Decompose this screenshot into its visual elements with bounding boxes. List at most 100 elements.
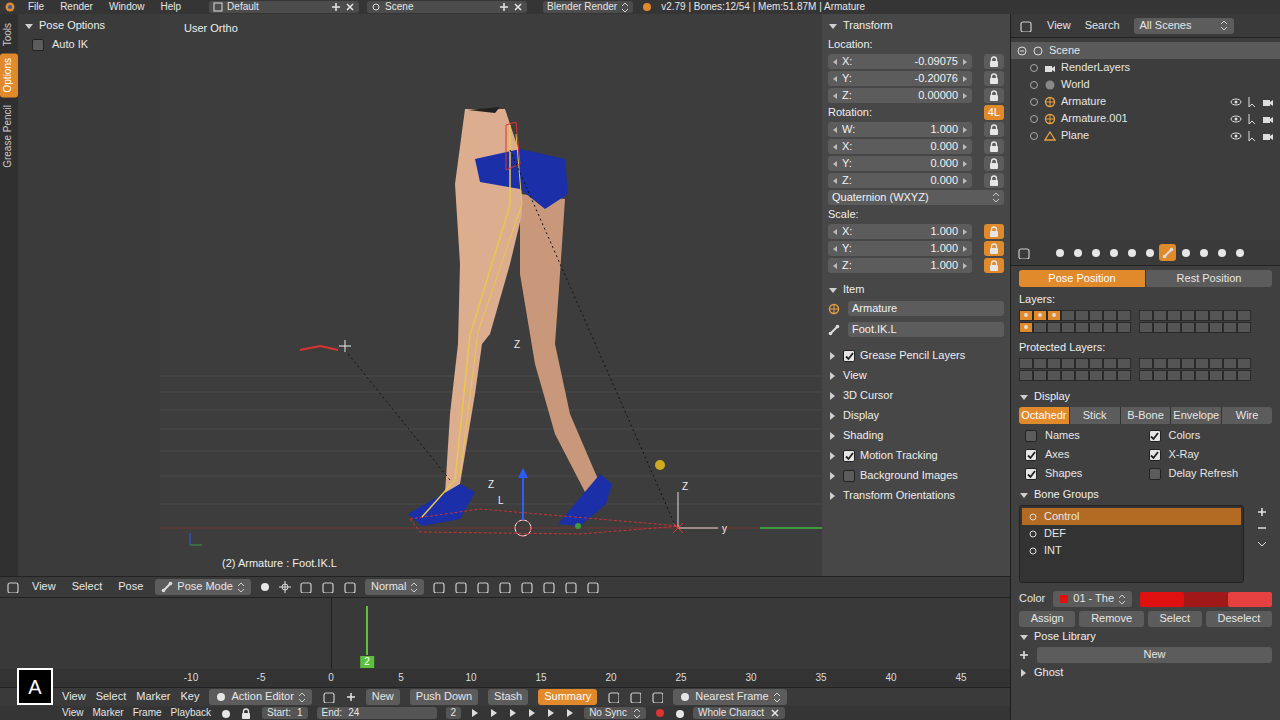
push-down-button[interactable]: Push Down	[410, 689, 478, 705]
option-label[interactable]: Delay Refresh	[1169, 467, 1239, 480]
color-set[interactable]: 01 - The	[1073, 592, 1114, 605]
checkbox[interactable]	[1149, 430, 1161, 442]
expand-icon[interactable]	[1029, 80, 1039, 90]
option-label[interactable]: Names	[1045, 429, 1080, 442]
option-label[interactable]: Shapes	[1045, 467, 1082, 480]
layer-button[interactable]	[1223, 310, 1237, 321]
plus-icon[interactable]	[1019, 650, 1029, 660]
new-pose-library-button[interactable]: New	[1037, 647, 1272, 663]
layer-button[interactable]	[1033, 310, 1047, 321]
layer-button[interactable]	[1075, 310, 1089, 321]
panel-header[interactable]: View	[828, 366, 1004, 386]
layer-button[interactable]	[1019, 358, 1033, 369]
keying-set[interactable]: Whole Charact	[698, 707, 764, 719]
layer-button[interactable]	[1103, 370, 1117, 381]
transport-icon[interactable]	[565, 708, 575, 718]
field-value[interactable]: 0.00000	[918, 89, 958, 102]
filter-icon[interactable]	[629, 691, 641, 703]
menu-item[interactable]: File	[24, 1, 48, 13]
button-label[interactable]: Deselect	[1218, 612, 1261, 625]
checkbox[interactable]	[1025, 468, 1037, 480]
outliner-row[interactable]: Armature.001	[1011, 110, 1280, 127]
layer-button[interactable]	[1181, 322, 1195, 333]
end-field[interactable]: End:24	[317, 707, 437, 719]
number-field[interactable]: Z:1.000	[828, 258, 972, 273]
tool-icon[interactable]	[454, 581, 468, 593]
layer-button[interactable]	[1019, 310, 1033, 321]
item-header[interactable]: Item	[828, 280, 1004, 300]
snap-mode[interactable]: Nearest Frame	[695, 690, 768, 703]
menu-item[interactable]: Render	[56, 1, 97, 13]
layer-button[interactable]	[1033, 370, 1047, 381]
scene-name[interactable]: Scene	[385, 1, 413, 13]
group-name[interactable]: Control	[1044, 510, 1079, 523]
number-field[interactable]: Y:0.000	[828, 156, 972, 171]
outliner-label[interactable]: RenderLayers	[1061, 61, 1130, 74]
context-tab[interactable]	[1213, 244, 1230, 261]
menu-item[interactable]: Playback	[171, 707, 212, 719]
context-tab[interactable]	[1141, 244, 1158, 261]
editor-type-icon[interactable]	[1017, 247, 1031, 259]
dopesheet-timeline[interactable]: -10-50510152025303540452	[0, 597, 1010, 687]
option-row[interactable]: Shapes	[1025, 465, 1149, 482]
current-frame-line[interactable]	[366, 606, 368, 655]
group-button[interactable]: Remove	[1079, 611, 1143, 627]
number-field[interactable]: Z:0.000	[828, 173, 972, 188]
checkbox[interactable]	[1149, 468, 1161, 480]
toggle-option[interactable]: Rest Position	[1146, 270, 1272, 287]
field-value[interactable]: 1.000	[930, 225, 958, 238]
layer-button[interactable]	[1167, 310, 1181, 321]
eye-icon[interactable]	[1230, 130, 1242, 142]
shelf-tab[interactable]: Grease Pencil	[0, 100, 18, 173]
group-button[interactable]: Select	[1148, 611, 1202, 627]
context-tab[interactable]	[1231, 244, 1248, 261]
color-swatch[interactable]	[1140, 592, 1184, 607]
panel-title[interactable]: Pose Library	[1034, 630, 1096, 643]
context-tab[interactable]	[1159, 244, 1176, 261]
tool-icon[interactable]	[542, 581, 556, 593]
camera-icon[interactable]	[1262, 96, 1274, 108]
context-tab[interactable]	[1195, 244, 1212, 261]
draw-type-option[interactable]: Wire	[1222, 407, 1272, 424]
orientation-name[interactable]: Normal	[371, 580, 406, 593]
option-row[interactable]: Auto IK	[24, 36, 154, 53]
menu-item[interactable]: Marker	[136, 690, 170, 703]
menu-item[interactable]: View	[1047, 19, 1071, 32]
option-label[interactable]: Axes	[1045, 448, 1069, 461]
keying-set-select[interactable]: Whole Charact	[693, 707, 785, 719]
plus-icon[interactable]	[499, 2, 509, 12]
layer-button[interactable]	[1153, 358, 1167, 369]
layer-button[interactable]	[1089, 310, 1103, 321]
layer-button[interactable]	[1103, 322, 1117, 333]
menu-item[interactable]: Marker	[93, 707, 124, 719]
menu-item[interactable]: Search	[1085, 19, 1120, 32]
new-action-button[interactable]: New	[366, 689, 400, 705]
lock-icon[interactable]	[239, 707, 253, 720]
checkbox[interactable]	[1149, 449, 1161, 461]
group-name[interactable]: DEF	[1044, 527, 1066, 540]
expand-icon[interactable]	[1029, 97, 1039, 107]
layer-button[interactable]	[1195, 322, 1209, 333]
number-field[interactable]: Z:0.00000	[828, 88, 972, 103]
cursor-icon[interactable]	[1246, 113, 1258, 125]
layer-button[interactable]	[1237, 370, 1251, 381]
layer-button[interactable]	[1033, 322, 1047, 333]
mode-select[interactable]: Pose Mode	[155, 579, 251, 595]
expand-icon[interactable]	[1029, 131, 1039, 141]
button-label[interactable]: Select	[1160, 612, 1191, 625]
panel-header[interactable]: Pose Options	[24, 16, 154, 36]
group-name[interactable]: INT	[1044, 544, 1062, 557]
layer-button[interactable]	[1167, 358, 1181, 369]
panel-title[interactable]: Item	[843, 283, 864, 296]
rotation-lock-button[interactable]: 4L	[984, 105, 1004, 120]
layer-button[interactable]	[1047, 370, 1061, 381]
orientation-select[interactable]: Normal	[365, 579, 424, 595]
outliner-row[interactable]: Armature	[1011, 93, 1280, 110]
shelf-tab[interactable]: Tools	[0, 18, 18, 51]
field-value[interactable]: -0.09075	[915, 55, 958, 68]
layer-button[interactable]	[1019, 322, 1033, 333]
layer-button[interactable]	[1033, 358, 1047, 369]
layer-button[interactable]	[1117, 370, 1131, 381]
option-row[interactable]: Colors	[1149, 427, 1273, 444]
stash-button[interactable]: Stash	[488, 689, 528, 705]
